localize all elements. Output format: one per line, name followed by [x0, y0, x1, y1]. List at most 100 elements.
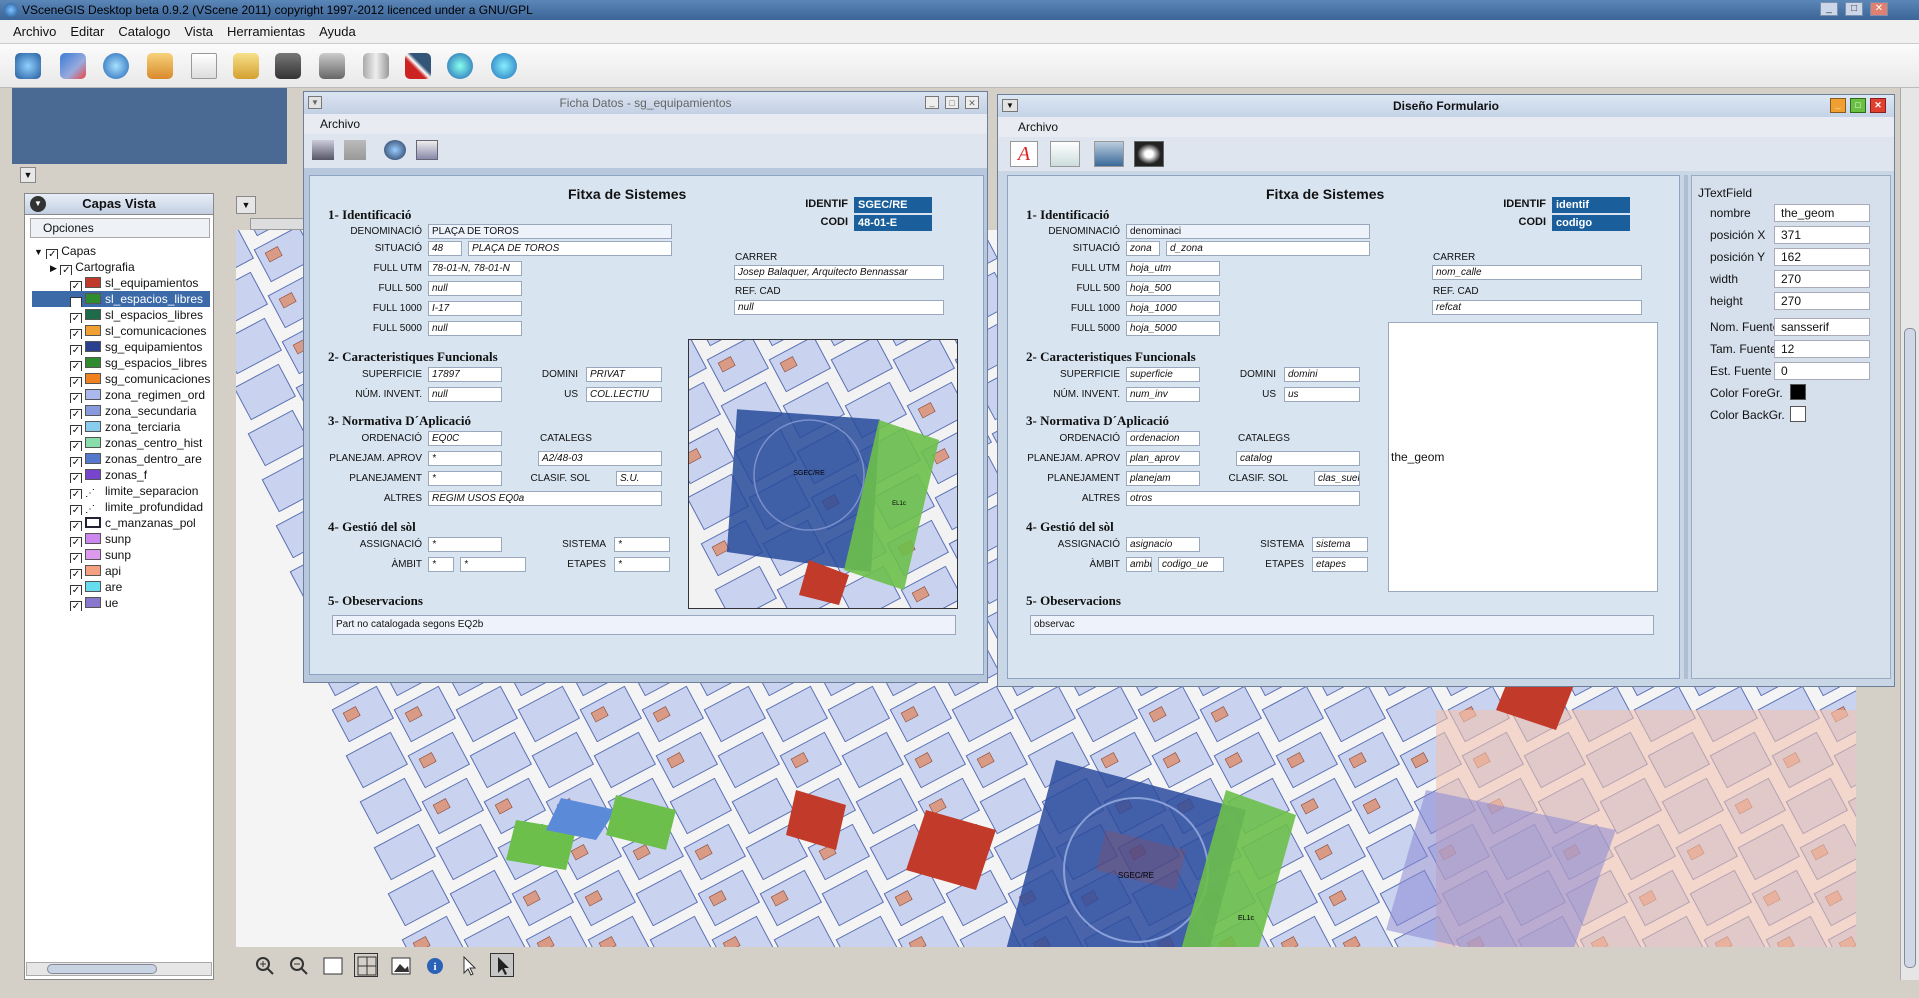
- prop-posx-input[interactable]: 371: [1774, 226, 1870, 244]
- info-icon[interactable]: i: [422, 953, 446, 977]
- preview-eye-icon[interactable]: [1134, 141, 1164, 167]
- map-collapse-icon[interactable]: ▼: [236, 196, 256, 214]
- refresh-icon[interactable]: [486, 48, 522, 84]
- layer-item[interactable]: ✓ zonas_centro_hist: [70, 435, 210, 451]
- situacio-field[interactable]: d_zona: [1166, 241, 1370, 256]
- etapes-field[interactable]: *: [614, 557, 670, 572]
- ordenacio-field[interactable]: EQ0C: [428, 431, 502, 446]
- geometry-field[interactable]: the_geom: [1388, 322, 1658, 592]
- map-scale-slider[interactable]: [250, 218, 310, 230]
- planejament-field[interactable]: planejam: [1126, 471, 1200, 486]
- diseno-menu-archivo[interactable]: Archivo: [1018, 120, 1058, 134]
- codi-field[interactable]: codigo: [1552, 215, 1630, 231]
- layer-visibility-checkbox[interactable]: ✓: [70, 505, 82, 515]
- us-field[interactable]: us: [1284, 387, 1360, 402]
- prop-height-input[interactable]: 270: [1774, 292, 1870, 310]
- ficha-close-button[interactable]: ✕: [965, 96, 979, 109]
- denominacio-field[interactable]: PLAÇA DE TOROS: [428, 224, 672, 239]
- full-5000-field[interactable]: null: [428, 321, 522, 336]
- prop-tamfuente-input[interactable]: 12: [1774, 340, 1870, 358]
- us-field[interactable]: COL.LECTIU: [586, 387, 662, 402]
- window-menu-icon[interactable]: ▼: [308, 96, 322, 109]
- layer-item[interactable]: ✓ api: [70, 563, 210, 579]
- prop-nombre-input[interactable]: the_geom: [1774, 204, 1870, 222]
- prop-nomfuente-input[interactable]: sansserif: [1774, 318, 1870, 336]
- layer-visibility-checkbox[interactable]: ✓: [70, 457, 82, 467]
- domini-field[interactable]: domini: [1284, 367, 1360, 382]
- planejam-aprov-field[interactable]: *: [428, 451, 502, 466]
- carrer-field[interactable]: nom_calle: [1432, 265, 1642, 280]
- full-1000-field[interactable]: hoja_1000: [1126, 301, 1220, 316]
- layer-visibility-checkbox[interactable]: ✓: [70, 553, 82, 563]
- tree-root[interactable]: ▼ ✓ Capas: [34, 243, 214, 259]
- options-button[interactable]: Opciones: [30, 218, 210, 238]
- assignacio-field[interactable]: asignacio: [1126, 537, 1200, 552]
- diseno-maximize-button[interactable]: □: [1850, 98, 1866, 113]
- layer-item[interactable]: ✓ sl_espacios_libres: [70, 307, 210, 323]
- save-icon[interactable]: [270, 48, 306, 84]
- globe-icon[interactable]: [98, 48, 134, 84]
- prop-estfuente-input[interactable]: 0: [1774, 362, 1870, 380]
- ambit-field-1[interactable]: *: [428, 557, 454, 572]
- clasif-sol-field[interactable]: S.U.: [616, 471, 662, 486]
- identif-field[interactable]: SGEC/RE: [854, 197, 932, 213]
- codi-field[interactable]: 48-01-E: [854, 215, 932, 231]
- sistema-field[interactable]: sistema: [1312, 537, 1368, 552]
- zoom-in-icon[interactable]: [252, 953, 276, 977]
- superficie-field[interactable]: 17897: [428, 367, 502, 382]
- collapse-arrow-icon[interactable]: ▼: [20, 167, 36, 183]
- print-icon[interactable]: [314, 48, 350, 84]
- close-button[interactable]: ✕: [1870, 2, 1888, 16]
- layer-item[interactable]: ✓ ue: [70, 595, 210, 611]
- zoom-window-icon[interactable]: [354, 953, 378, 977]
- color-foreground-swatch[interactable]: [1790, 384, 1806, 400]
- layer-visibility-checkbox[interactable]: ✓: [70, 281, 82, 291]
- network-icon[interactable]: [55, 48, 91, 84]
- image-field-icon[interactable]: [1094, 141, 1124, 167]
- full-utm-field[interactable]: hoja_utm: [1126, 261, 1220, 276]
- select-pointer-icon[interactable]: [456, 953, 480, 977]
- prop-posy-input[interactable]: 162: [1774, 248, 1870, 266]
- identif-field[interactable]: identif: [1552, 197, 1630, 213]
- superficie-field[interactable]: superficie: [1126, 367, 1200, 382]
- open-folder-icon[interactable]: [228, 48, 264, 84]
- globe-search-icon[interactable]: [384, 140, 406, 160]
- ambit-field-2[interactable]: codigo_ue: [1158, 557, 1224, 572]
- ref-cad-field[interactable]: refcat: [1432, 300, 1642, 315]
- altres-field[interactable]: REGIM USOS EQ0a: [428, 491, 662, 506]
- layer-item[interactable]: ✓ sl_espacios_libres: [32, 291, 210, 307]
- new-doc-icon[interactable]: [186, 48, 222, 84]
- full-500-field[interactable]: null: [428, 281, 522, 296]
- maximize-button[interactable]: □: [1845, 2, 1863, 16]
- ambit-field-1[interactable]: ambit: [1126, 557, 1152, 572]
- full-utm-field[interactable]: 78-01-N, 78-01-N: [428, 261, 522, 276]
- num-invent-field[interactable]: num_inv: [1126, 387, 1200, 402]
- ficha-minimize-button[interactable]: _: [925, 96, 939, 109]
- horizontal-scrollbar[interactable]: [26, 962, 212, 976]
- layer-item[interactable]: ✓ c_manzanas_pol: [70, 515, 210, 531]
- layer-item[interactable]: ✓ are: [70, 579, 210, 595]
- planejam-aprov-field[interactable]: plan_aprov: [1126, 451, 1200, 466]
- globe-settings-icon[interactable]: [10, 48, 46, 84]
- vertical-scrollbar[interactable]: [1900, 88, 1919, 980]
- carrer-field[interactable]: Josep Balaquer, Arquitecto Bennassar: [734, 265, 944, 280]
- catalegs-field[interactable]: A2/48-03: [538, 451, 662, 466]
- layer-item[interactable]: ✓ sg_comunicaciones: [70, 371, 210, 387]
- layer-item[interactable]: ✓ zona_terciaria: [70, 419, 210, 435]
- diseno-close-button[interactable]: ✕: [1870, 98, 1886, 113]
- back-icon[interactable]: [442, 48, 478, 84]
- layer-visibility-checkbox[interactable]: ✓: [70, 569, 82, 579]
- full-500-field[interactable]: hoja_500: [1126, 281, 1220, 296]
- layer-item[interactable]: ✓ sunp: [70, 547, 210, 563]
- layer-item[interactable]: ✓ sl_equipamientos: [70, 275, 210, 291]
- layer-visibility-checkbox[interactable]: ✓: [70, 473, 82, 483]
- observacions-field[interactable]: observac: [1030, 615, 1654, 635]
- menu-vista[interactable]: Vista: [177, 20, 220, 44]
- layer-item[interactable]: ✓ zona_secundaria: [70, 403, 210, 419]
- etapes-field[interactable]: etapes: [1312, 557, 1368, 572]
- layer-visibility-checkbox[interactable]: ✓: [70, 521, 82, 531]
- catalegs-field[interactable]: catalog: [1236, 451, 1360, 466]
- menu-editar[interactable]: Editar: [63, 20, 111, 44]
- layer-item[interactable]: ✓ sg_espacios_libres: [70, 355, 210, 371]
- layer-visibility-checkbox[interactable]: ✓: [70, 489, 82, 499]
